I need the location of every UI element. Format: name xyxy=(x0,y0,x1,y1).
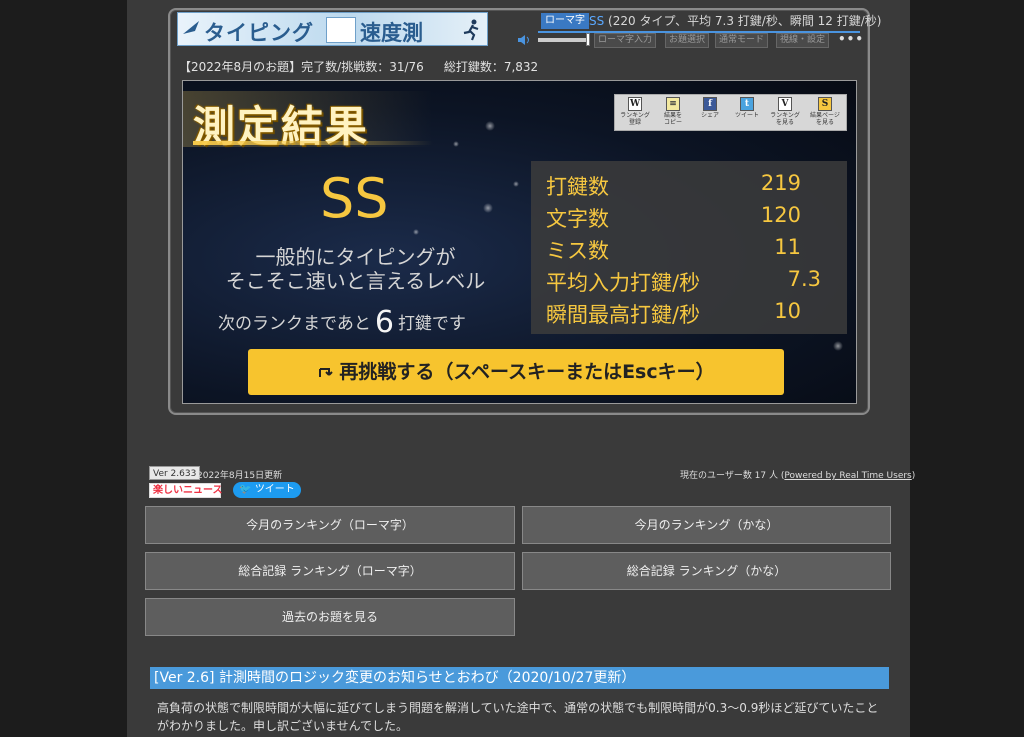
users-count: 現在のユーザー数 17 人 ( xyxy=(680,471,785,481)
stat-label: 瞬間最高打鍵/秒 xyxy=(546,303,701,327)
stat-value: 120 xyxy=(760,203,801,227)
sparkle xyxy=(833,341,843,351)
next-rank-info: 次のランクまであと 6 打鍵です xyxy=(218,305,466,340)
sparkle xyxy=(483,203,493,213)
notice-body: 高負荷の状態で制限時間が大幅に延びてしまう問題を解消していた途中で、通常の状態で… xyxy=(157,701,879,733)
stat-value: 219 xyxy=(760,171,801,195)
tweet-result-label: ツイート xyxy=(734,112,759,119)
theme-progress: 【2022年8月のお題】完了数/挑戦数：31/76 xyxy=(179,60,424,74)
twitter-bird-icon: 🐦 xyxy=(239,484,252,495)
page: タイピング 速度測 ローマ字 SS (220 タイプ、平均 7.3 打鍵/秒、瞬… xyxy=(0,0,1024,737)
retry-button[interactable]: 再挑戦する（スペースキーまたはEscキー） xyxy=(248,349,784,395)
volume-slider-handle[interactable] xyxy=(586,33,590,46)
sparkle xyxy=(485,121,495,131)
stats-table: 打鍵数 219 文字数 120 ミス数 11 平均入力打鍵/秒 7.3 瞬間最高… xyxy=(531,161,847,334)
tweet-button[interactable]: 🐦 ツイート xyxy=(233,482,301,498)
tweet-result-button[interactable]: t ツイート xyxy=(729,97,765,119)
logo-text-speed: 速度測 xyxy=(360,21,423,45)
score-summary: SS (220 タイプ、平均 7.3 打鍵/秒、瞬間 12 打鍵/秒) xyxy=(589,12,881,29)
next-rank-count: 6 xyxy=(374,305,394,340)
title-underline xyxy=(193,141,433,145)
twitter-icon: t xyxy=(740,97,754,111)
stat-row-keystrokes: 打鍵数 219 xyxy=(546,171,836,203)
result-panel: 測定結果 W ランキング 登録 ≡ 結果を コピー f シェア t ツイート V ラ… xyxy=(182,80,857,404)
speaker-icon[interactable] xyxy=(518,35,532,45)
stat-label: 平均入力打鍵/秒 xyxy=(546,271,701,295)
stat-value: 7.3 xyxy=(787,267,821,291)
view-ranking-button[interactable]: V ランキング を見る xyxy=(767,97,803,126)
stat-value: 10 xyxy=(774,299,801,323)
share-toolbar: W ランキング 登録 ≡ 結果を コピー f シェア t ツイート V ランキングを… xyxy=(614,94,847,131)
stat-label: 打鍵数 xyxy=(546,175,609,199)
romaji-input-button[interactable]: ローマ字入力 xyxy=(594,33,657,48)
view-ranking-label: ランキング を見る xyxy=(770,112,800,126)
powered-by-link[interactable]: Powered by Real Time Users xyxy=(784,471,911,481)
view-result-page-label: 結果ページ を見る xyxy=(810,112,840,126)
version-badge: Ver 2.633 xyxy=(149,466,201,480)
monthly-ranking-kana-button[interactable]: 今月のランキング（かな） xyxy=(522,506,891,544)
view-ranking-icon: V xyxy=(778,97,792,111)
copy-result-label: 結果を コピー xyxy=(663,112,682,126)
stat-row-misses: ミス数 11 xyxy=(546,235,836,267)
normal-mode-button[interactable]: 通常モード xyxy=(715,33,769,48)
sparkle xyxy=(453,141,459,147)
past-themes-button[interactable]: 過去のお題を見る xyxy=(145,598,515,636)
share-button[interactable]: f シェア xyxy=(692,97,728,119)
version-date: 2022年8月15日更新 xyxy=(197,471,283,481)
logo-divider xyxy=(326,17,356,43)
next-rank-prefix: 次のランクまであと xyxy=(218,314,371,334)
right-gutter xyxy=(910,0,1024,737)
result-rank: SS xyxy=(320,167,389,230)
news-logo[interactable]: 楽しいニュース xyxy=(149,483,223,498)
notice-title: [Ver 2.6] 計測時間のロジック変更のお知らせとおわび（2020/10/2… xyxy=(150,667,889,689)
stat-value: 11 xyxy=(774,235,801,259)
stat-label: 文字数 xyxy=(546,207,609,231)
sparkle xyxy=(413,229,419,235)
bird-icon xyxy=(183,21,199,34)
sparkle xyxy=(513,181,519,187)
ranking-register-label: ランキング 登録 xyxy=(620,112,650,126)
logo-text-typing: タイピング xyxy=(204,21,314,45)
current-users: 現在のユーザー数 17 人 (Powered by Real Time User… xyxy=(680,468,915,481)
stat-row-characters: 文字数 120 xyxy=(546,203,836,235)
rank-comment-line2: そこそこ速いと言えるレベル xyxy=(225,269,486,293)
facebook-icon: f xyxy=(703,97,717,111)
result-page-icon: S xyxy=(818,97,832,111)
site-logo[interactable]: タイピング 速度測 xyxy=(177,12,488,46)
overall-ranking-kana-button[interactable]: 総合記録 ランキング（かな） xyxy=(522,552,891,590)
score-details: (220 タイプ、平均 7.3 打鍵/秒、瞬間 12 打鍵/秒) xyxy=(604,14,882,28)
overall-ranking-romaji-button[interactable]: 総合記録 ランキング（ローマ字） xyxy=(145,552,515,590)
retry-label: 再挑戦する（スペースキーまたはEscキー） xyxy=(339,361,715,383)
stat-row-peak-speed: 瞬間最高打鍵/秒 10 xyxy=(546,299,836,331)
mode-badge: ローマ字 xyxy=(541,13,589,29)
users-suffix: ) xyxy=(911,471,916,481)
more-menu-icon[interactable]: ••• xyxy=(838,32,864,46)
view-result-page-button[interactable]: S 結果ページ を見る xyxy=(807,97,843,126)
runner-icon xyxy=(463,19,479,41)
score-rank: SS xyxy=(589,14,605,28)
retry-icon xyxy=(319,368,334,377)
tweet-label: ツイート xyxy=(254,484,295,495)
next-rank-suffix: 打鍵です xyxy=(397,314,466,334)
copy-result-button[interactable]: ≡ 結果を コピー xyxy=(655,97,691,126)
ranking-register-button[interactable]: W ランキング 登録 xyxy=(617,97,653,126)
stat-row-average-speed: 平均入力打鍵/秒 7.3 xyxy=(546,267,836,299)
theme-select-button[interactable]: お題選択 xyxy=(665,33,710,48)
ranking-register-icon: W xyxy=(628,97,642,111)
clipboard-icon: ≡ xyxy=(666,97,680,111)
settings-button[interactable]: 視線・設定 xyxy=(776,33,830,48)
stat-label: ミス数 xyxy=(546,239,609,263)
share-label: シェア xyxy=(700,112,719,119)
left-gutter xyxy=(0,0,127,737)
monthly-ranking-romaji-button[interactable]: 今月のランキング（ローマ字） xyxy=(145,506,515,544)
total-keystrokes: 総打鍵数：7,832 xyxy=(443,60,539,74)
theme-info: 【2022年8月のお題】完了数/挑戦数：31/76 総打鍵数：7,832 xyxy=(179,58,538,75)
volume-slider-track[interactable] xyxy=(538,38,590,42)
